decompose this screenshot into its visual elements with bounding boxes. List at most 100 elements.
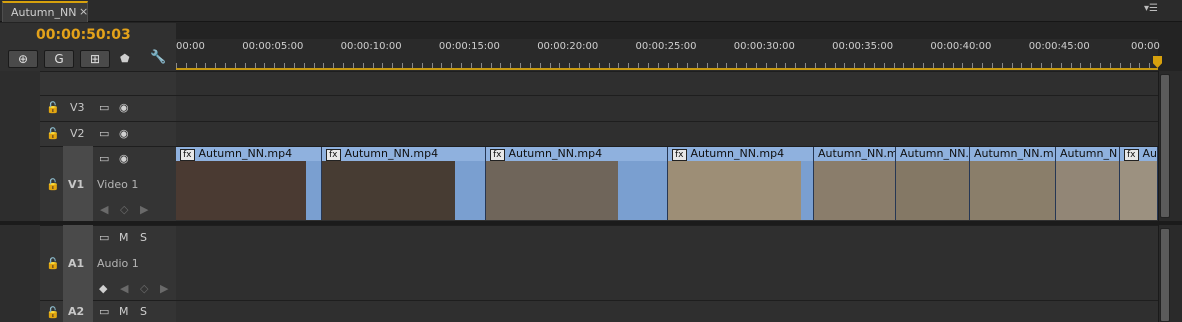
clip-name: Autumn_NN.m [818,147,895,160]
ruler-tick-label: 00:00:10:00 [340,41,402,52]
clip[interactable]: Autumn_NN. [896,147,970,220]
ruler-tick [589,63,590,68]
clip-name: Autumn_NN.mp4 [344,147,439,160]
solo-button[interactable]: S [140,231,147,244]
track-v3[interactable] [176,95,1158,121]
work-area-bar[interactable] [176,68,1158,70]
ruler-tick [618,63,619,68]
clip[interactable]: Autumn_N [1056,147,1120,220]
audio-scrollbar-thumb[interactable] [1160,228,1170,322]
ruler-tick [569,63,570,68]
video-scrollbar-thumb[interactable] [1160,74,1170,218]
keyframe-add-icon[interactable]: ◇ [140,282,148,295]
clip[interactable]: fx Autumn_NN.mp4 [486,147,668,220]
clip[interactable]: fx Autumn_NN.mp4 [668,147,814,220]
ruler-tick [795,63,796,68]
keyframe-toggle-icon[interactable]: ◆ [99,282,107,295]
ruler-tick-label: 00:00 [1131,41,1160,52]
film-icon[interactable]: ▭ [99,152,109,165]
ruler-tick [835,63,836,68]
film-icon[interactable]: ▭ [99,127,109,140]
sequence-tab[interactable]: Autumn_NN × [2,1,88,22]
ruler-tick [382,63,383,68]
ruler-tick [205,63,206,68]
clip-label: fx Au [1120,147,1157,161]
ruler-tick [746,63,747,68]
wrench-icon[interactable]: 🔧 [150,50,166,65]
ruler-tick [323,63,324,68]
eye-icon[interactable]: ◉ [119,101,129,114]
ruler-tick [1002,63,1003,68]
keyframe-prev-icon[interactable]: ◀ [120,282,128,295]
keyframe-prev-icon[interactable]: ◀ [100,203,108,216]
clip-thumbnail [1056,161,1119,220]
ruler-tick [668,63,669,68]
clip-thumbnail [668,161,801,220]
ruler-tick [756,63,757,68]
clip-thumbnail [176,161,306,220]
eye-icon[interactable]: ◉ [119,127,129,140]
clip-name: Autumn_NN.m [974,147,1054,160]
track-label-audio1: Audio 1 [97,257,139,270]
keyframe-add-icon[interactable]: ◇ [120,203,128,216]
solo-button[interactable]: S [140,305,147,318]
ruler-tick [1061,63,1062,68]
ruler-tick-label: 00:00:15:00 [438,41,500,52]
lock-icon[interactable]: 🔓 [46,257,60,270]
ruler-tick [815,63,816,68]
marker-settings-icon[interactable]: ⬟ [120,52,130,65]
close-icon[interactable]: × [79,5,88,18]
keyframe-next-icon[interactable]: ▶ [140,203,148,216]
mute-button[interactable]: M [119,305,129,318]
clip[interactable]: fx Au [1120,147,1158,220]
clip-name: Autumn_N [1060,147,1118,160]
track-a2[interactable] [176,300,1158,322]
ruler-tick [520,63,521,68]
add-marker-button[interactable]: ⊞ [80,50,110,68]
clip[interactable]: Autumn_NN.m [970,147,1056,220]
mute-button[interactable]: M [119,231,129,244]
film-icon[interactable]: ▭ [99,231,109,244]
linked-selection-button[interactable]: G [44,50,74,68]
fx-badge: fx [326,149,341,161]
snap-button[interactable]: ⊕ [8,50,38,68]
ruler-tick [1051,63,1052,68]
film-icon[interactable]: ▭ [99,101,109,114]
keyframe-next-icon[interactable]: ▶ [160,282,168,295]
clip[interactable]: fx Autumn_NN.mp4 [322,147,486,220]
ruler-tick [943,63,944,68]
ruler-tick [1110,63,1111,68]
track-a1[interactable] [176,225,1158,300]
track-name-v2: V2 [70,127,85,140]
ruler-tick [1130,63,1131,68]
track-name-v3: V3 [70,101,85,114]
ruler-tick [432,63,433,68]
clip-thumbnail [1120,161,1157,220]
ruler-tick [412,63,413,68]
playhead-timecode[interactable]: 00:00:50:03 [36,27,131,43]
clip[interactable]: fx Autumn_NN.mp4 [176,147,322,220]
lock-icon[interactable]: 🔓 [46,178,60,191]
ruler-tick [972,63,973,68]
track-v2[interactable] [176,121,1158,146]
clip-name: Au [1142,147,1158,160]
ruler-tick [245,63,246,68]
ruler-tick [648,63,649,68]
eye-icon[interactable]: ◉ [119,152,129,165]
ruler-tick [599,63,600,68]
clip-label: Autumn_NN. [896,147,969,161]
lock-icon[interactable]: 🔓 [46,101,60,114]
ruler-tick [343,63,344,68]
panel-menu-icon[interactable]: ▾☰ [1144,3,1174,17]
ruler-tick [697,63,698,68]
clip-name: Autumn_NN.mp4 [198,147,293,160]
ruler-tick [1139,63,1140,68]
film-icon[interactable]: ▭ [99,305,109,318]
lock-icon[interactable]: 🔓 [46,306,60,319]
ruler-tick-label: 00:00:05:00 [242,41,304,52]
lock-icon[interactable]: 🔓 [46,127,60,140]
ruler-tick [196,63,197,68]
ruler-tick [903,63,904,68]
ruler-tick [225,63,226,68]
clip[interactable]: Autumn_NN.m [814,147,896,220]
